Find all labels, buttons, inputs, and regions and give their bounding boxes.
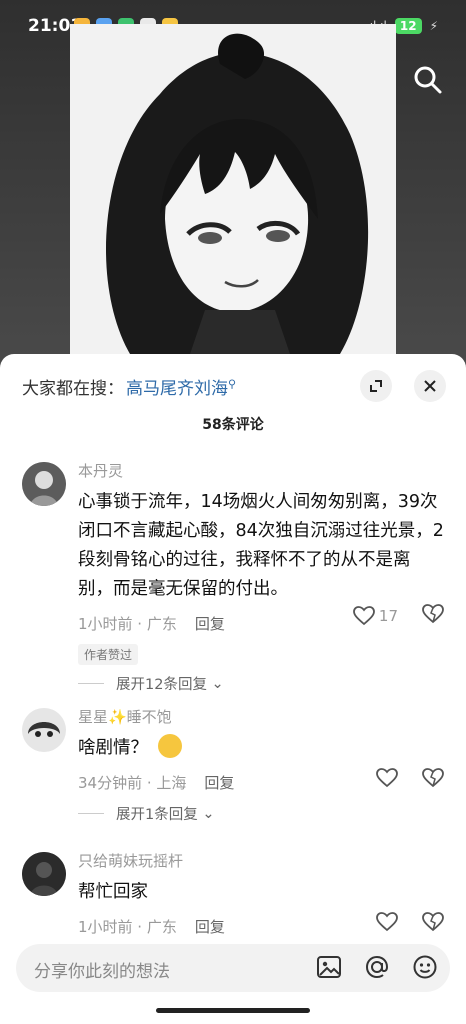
close-icon [424,380,436,392]
emoji-button[interactable] [412,954,438,984]
trending-search-label: 大家都在搜： [22,378,124,399]
heart-icon [353,606,375,626]
comment-time: 1小时前 · 广东 [78,917,177,936]
heart-icon [376,912,398,932]
mention-button[interactable] [364,954,390,984]
comment-text: 帮忙回家 [78,882,148,902]
reply-button[interactable]: 回复 [195,916,225,937]
broken-heart-icon [422,768,444,788]
search-icon [414,66,442,94]
comment-input[interactable]: 分享你此刻的想法 [16,944,450,992]
avatar[interactable] [22,852,66,896]
reply-button[interactable]: 回复 [204,772,234,793]
sheet-header: 大家都在搜： 高马尾齐刘海⚲ [22,370,446,402]
video-area[interactable]: 21:01 ıl ıl 12 ⚡ [0,0,466,370]
avatar[interactable] [22,708,66,752]
comment-count-title: 58条评论 [202,417,264,433]
reply-button[interactable]: 回复 [195,613,225,634]
dislike-button[interactable] [422,768,444,792]
expand-sheet-button[interactable] [360,370,392,402]
trending-search-link[interactable]: 高马尾齐刘海⚲ [126,374,236,399]
video-artwork [70,24,396,354]
comment-author[interactable]: 只给萌妹玩摇杆 [78,850,444,872]
charging-icon: ⚡ [429,19,438,33]
home-indicator[interactable] [156,1008,310,1013]
at-icon [365,955,389,979]
smiley-icon [413,955,437,979]
comment-time: 1小时前 · 广东 [78,614,177,633]
search-icon: ⚲ [228,376,237,390]
image-icon [317,956,341,978]
expand-replies[interactable]: 展开1条回复 ⌄ [78,803,444,824]
heart-icon [376,768,398,788]
avatar[interactable] [22,462,66,506]
battery-icon: 12 [394,18,422,34]
like-count: 17 [378,607,398,625]
chevron-down-icon: ⌄ [206,675,224,692]
broken-heart-icon [422,604,444,624]
broken-heart-icon [422,912,444,932]
dislike-button[interactable] [422,604,444,628]
expand-icon [370,380,382,392]
like-button[interactable]: 17 [353,606,398,626]
like-button[interactable] [376,768,398,792]
close-button[interactable] [414,370,446,402]
dislike-button[interactable] [422,912,444,936]
chevron-down-icon: ⌄ [197,805,215,822]
comment-time: 34分钟前 · 上海 [78,773,187,792]
search-button[interactable] [410,62,446,98]
comment-text: 啥剧情？ [78,738,148,758]
comment-input-placeholder: 分享你此刻的想法 [34,962,170,982]
image-button[interactable] [316,954,342,984]
expand-replies[interactable]: 展开12条回复 ⌄ [78,673,444,694]
author-liked-badge: 作者赞过 [78,644,139,665]
like-button[interactable] [376,912,398,936]
comment-author[interactable]: 星星✨睡不饱 [78,706,444,728]
comment-text: 心事锁于流年，14场烟火人间匆匆别离，39次闭口不言藏起心酸，84次独自沉溺过往… [78,492,444,599]
thinking-emoji-icon [157,734,182,758]
comment-author[interactable]: 本丹灵 [78,460,444,482]
